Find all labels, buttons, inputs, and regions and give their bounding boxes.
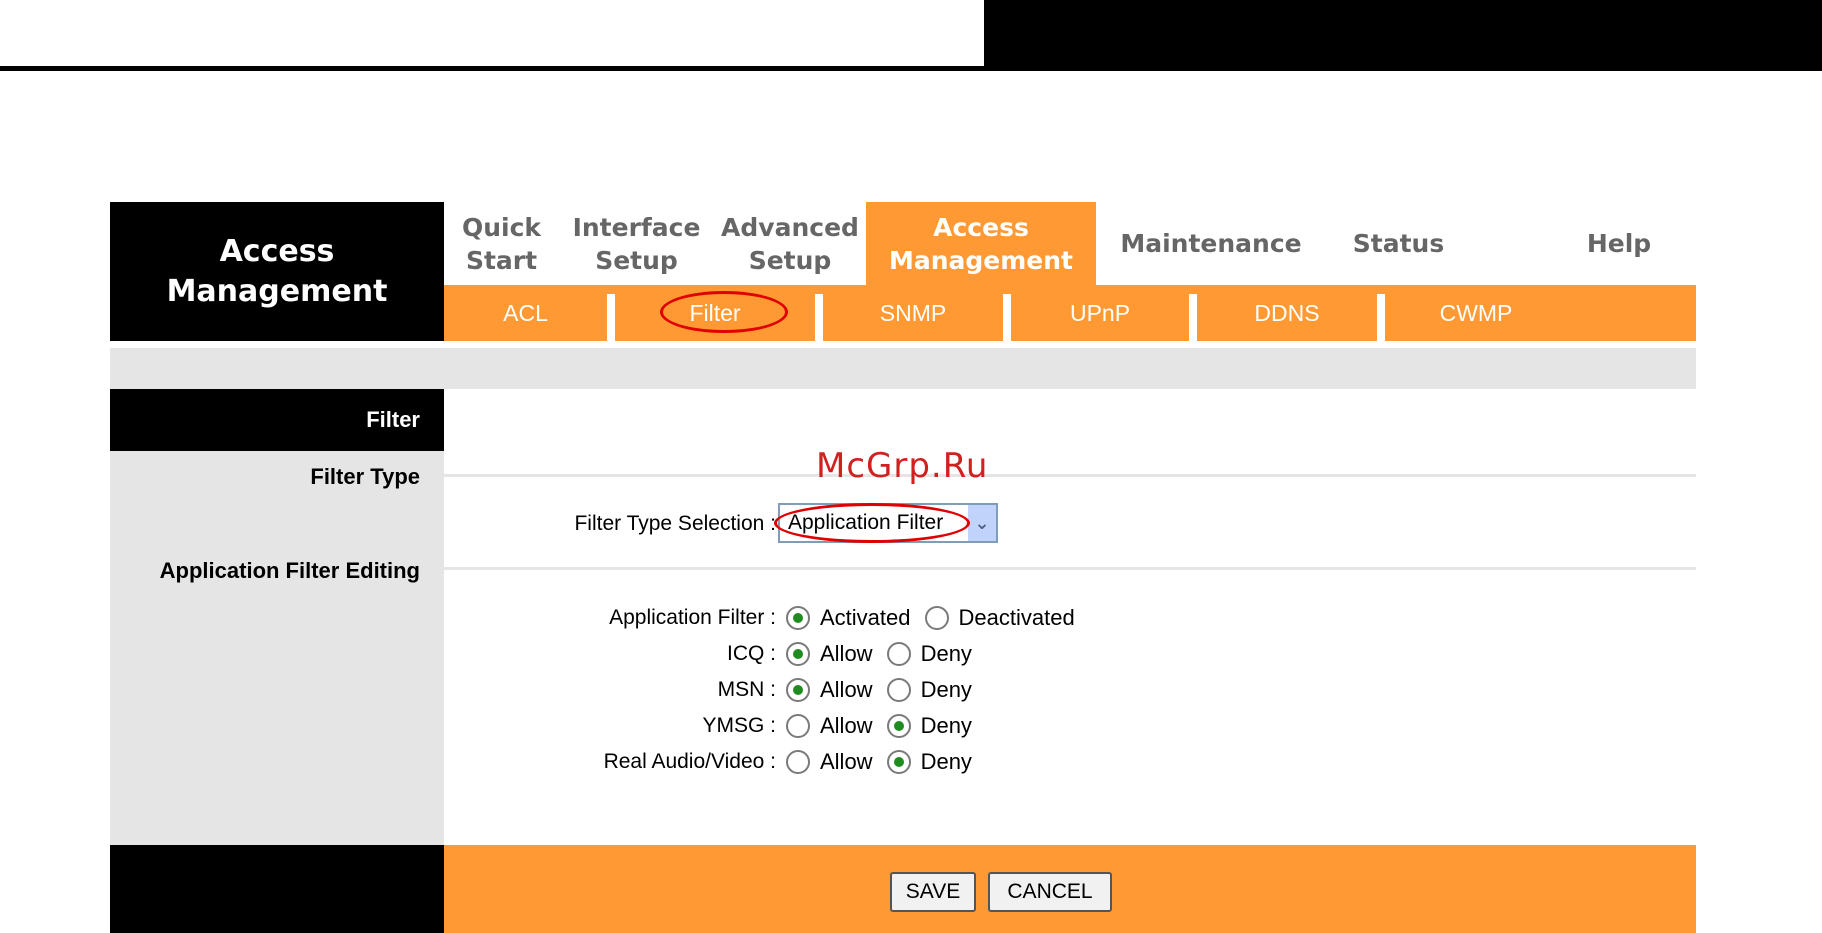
real-audio-video-radio-group: Allow Deny — [786, 747, 986, 777]
radio-label: Deny — [920, 749, 972, 774]
app-filter-radio-group: Activated Deactivated — [786, 603, 1089, 633]
subtab-upnp[interactable]: UPnP — [1011, 285, 1189, 341]
section-divider — [444, 474, 1696, 477]
subnav-separator — [815, 294, 823, 341]
subtab-acl[interactable]: ACL — [444, 285, 607, 341]
radio-ymsg-deny[interactable] — [886, 714, 911, 738]
radio-label: Deny — [920, 677, 972, 702]
radio-label: Allow — [820, 677, 873, 702]
brand-block: Access Management — [110, 202, 444, 341]
footer-left — [110, 845, 444, 933]
radio-deactivated[interactable] — [924, 606, 949, 630]
footer-actions: SAVE CANCEL — [444, 845, 1696, 933]
sub-nav: ACL Filter SNMP UPnP DDNS CWMP — [444, 285, 1696, 341]
radio-activated[interactable] — [786, 606, 810, 630]
subnav-separator — [1003, 294, 1011, 341]
subtab-cwmp[interactable]: CWMP — [1385, 285, 1567, 341]
section-divider — [444, 567, 1696, 570]
radio-icq-allow[interactable] — [786, 642, 810, 666]
radio-label: Deny — [920, 641, 972, 666]
msn-label: MSN : — [717, 678, 776, 701]
section-heading: Filter — [110, 389, 444, 451]
top-black-bar — [984, 0, 1822, 73]
filter-highlight-oval — [660, 291, 788, 333]
top-black-gap — [984, 71, 1822, 74]
radio-real-allow[interactable] — [786, 750, 810, 774]
icq-label: ICQ : — [726, 642, 776, 665]
subnav-separator — [607, 294, 615, 341]
router-admin-panel: Access Management Quick Start Interface … — [110, 202, 1696, 933]
app-filter-label: Application Filter : — [609, 606, 776, 629]
filter-type-selection-label: Filter Type Selection : — [574, 512, 776, 535]
radio-label: Allow — [820, 641, 873, 666]
radio-msn-deny[interactable] — [886, 678, 911, 702]
radio-label: Allow — [820, 713, 873, 738]
tab-quick-start[interactable]: Quick Start — [444, 202, 559, 285]
icq-radio-group: Allow Deny — [786, 639, 986, 669]
radio-label: Deactivated — [958, 605, 1075, 630]
subtab-ddns[interactable]: DDNS — [1197, 285, 1377, 341]
msn-radio-group: Allow Deny — [786, 675, 986, 705]
select-highlight-oval — [774, 503, 970, 543]
main-nav: Quick Start Interface Setup Advanced Set… — [444, 202, 1696, 285]
tab-maintenance[interactable]: Maintenance — [1096, 202, 1326, 285]
watermark-text: McGrp.Ru — [816, 446, 989, 486]
subtab-snmp[interactable]: SNMP — [823, 285, 1003, 341]
radio-real-deny[interactable] — [886, 750, 911, 774]
app-filter-editing-label: Application Filter Editing — [159, 558, 420, 583]
ymsg-radio-group: Allow Deny — [786, 711, 986, 741]
tab-status[interactable]: Status — [1326, 202, 1471, 285]
gray-strip — [110, 348, 1696, 389]
ymsg-label: YMSG : — [702, 714, 776, 737]
radio-ymsg-allow[interactable] — [786, 714, 810, 738]
radio-label: Activated — [820, 605, 911, 630]
brand-title: Access Management — [166, 233, 388, 309]
real-audio-video-label: Real Audio/Video : — [603, 750, 776, 773]
tab-access-management[interactable]: Access Management — [866, 202, 1096, 285]
radio-msn-allow[interactable] — [786, 678, 810, 702]
cancel-button[interactable]: CANCEL — [988, 872, 1112, 912]
tab-advanced-setup[interactable]: Advanced Setup — [714, 202, 866, 285]
radio-label: Allow — [820, 749, 873, 774]
left-label-column — [110, 389, 444, 847]
radio-icq-deny[interactable] — [886, 642, 911, 666]
radio-label: Deny — [920, 713, 972, 738]
tab-help[interactable]: Help — [1554, 202, 1684, 285]
save-button[interactable]: SAVE — [890, 872, 976, 912]
filter-type-label: Filter Type — [310, 464, 420, 489]
tab-interface-setup[interactable]: Interface Setup — [559, 202, 714, 285]
subnav-separator — [1189, 294, 1197, 341]
chevron-down-icon[interactable]: ⌄ — [968, 505, 996, 541]
subnav-separator — [1377, 294, 1385, 341]
